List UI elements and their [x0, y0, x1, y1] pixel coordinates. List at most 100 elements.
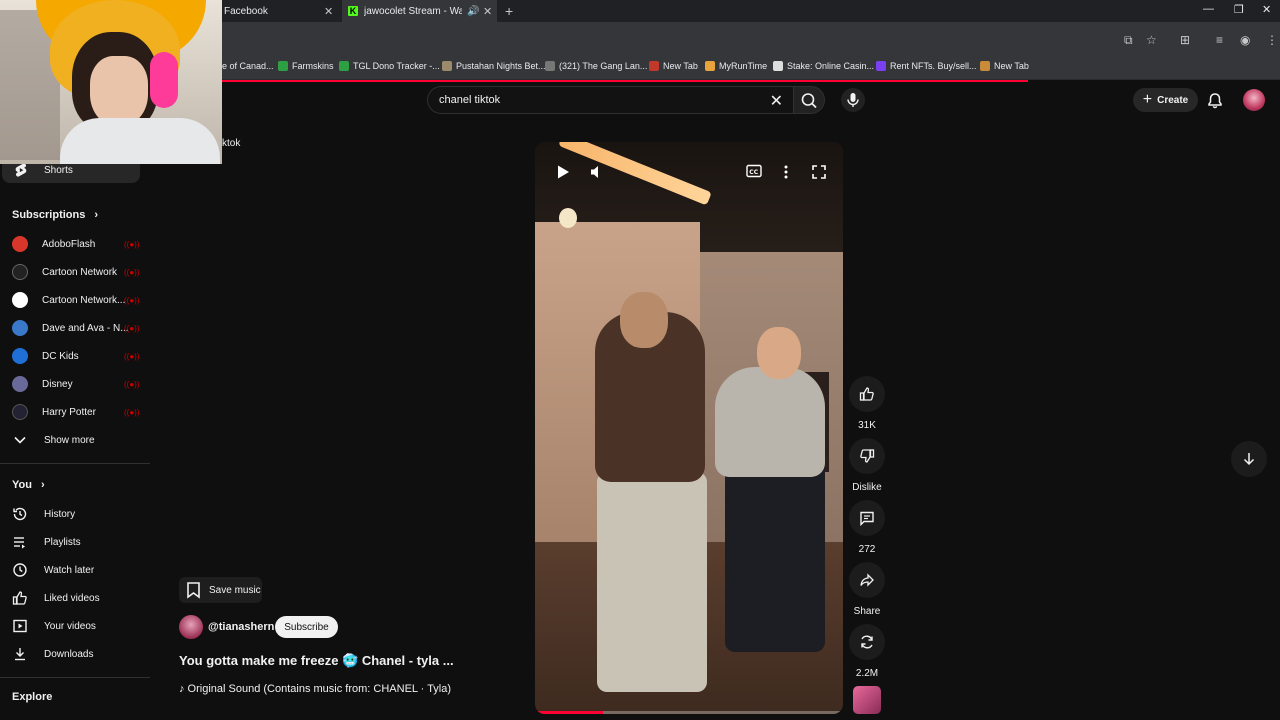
your-videos-icon: [0, 618, 40, 634]
sidebar-item-subscription[interactable]: Cartoon Network... ((●)): [0, 286, 150, 314]
sidebar-item-subscription[interactable]: Disney ((●)): [0, 370, 150, 398]
profile-icon[interactable]: ◉: [1240, 33, 1250, 47]
original-sound-thumbnail[interactable]: [853, 686, 881, 714]
dislike-action: Dislike: [847, 438, 887, 493]
bookmark-item[interactable]: e of Canad...: [222, 61, 274, 71]
search-button[interactable]: [793, 86, 825, 114]
comment-count: 272: [858, 544, 876, 555]
subscribe-label: Subscribe: [284, 621, 329, 633]
kick-logo-icon: K: [348, 6, 358, 16]
menu-icon[interactable]: ⋮: [1266, 33, 1278, 47]
captions-button[interactable]: CC: [746, 164, 762, 183]
bookmark-label: e of Canad...: [222, 61, 274, 71]
you-heading[interactable]: You ›: [12, 479, 45, 491]
notifications-button[interactable]: [1207, 92, 1223, 114]
sidebar-item-show-more[interactable]: Show more: [0, 426, 150, 454]
search-input[interactable]: chanel tiktok ✕: [427, 86, 793, 114]
sidebar-item-subscription[interactable]: AdoboFlash ((●)): [0, 230, 150, 258]
next-short-button[interactable]: [1231, 441, 1267, 477]
close-icon[interactable]: ✕: [324, 5, 333, 18]
more-options-button[interactable]: [782, 164, 790, 185]
close-window-icon[interactable]: ✕: [1262, 3, 1271, 16]
dislike-button[interactable]: [849, 438, 885, 474]
bookmark-favicon: [649, 61, 659, 71]
thumb-up-icon: [0, 590, 40, 606]
bookmark-item[interactable]: New Tab: [649, 61, 698, 71]
like-count: 31K: [858, 420, 876, 431]
channel-avatar: [12, 404, 28, 420]
bookmark-item[interactable]: Rent NFTs. Buy/sell...: [876, 61, 977, 71]
tab-stream[interactable]: K jawocolet Stream - Watch l 🔊 ✕: [342, 0, 497, 22]
subscriptions-heading-label: Subscriptions: [12, 209, 86, 221]
mute-button[interactable]: [589, 164, 605, 185]
bookmark-item[interactable]: MyRunTime: [705, 61, 767, 71]
share-icon: [860, 573, 874, 587]
star-icon[interactable]: ☆: [1146, 33, 1157, 47]
sidebar-item-subscription[interactable]: Harry Potter ((●)): [0, 398, 150, 426]
page-load-bar: [222, 80, 1028, 82]
save-music-button[interactable]: Save music: [179, 577, 262, 603]
play-icon: [558, 165, 569, 179]
chevron-down-icon: [0, 436, 40, 444]
webcam-face: [90, 56, 148, 126]
subscriptions-heading[interactable]: Subscriptions ›: [12, 209, 98, 221]
minimize-icon[interactable]: —: [1203, 3, 1214, 15]
sidebar-item-label: Show more: [44, 434, 95, 446]
shorts-video-player[interactable]: CC: [535, 142, 843, 714]
bookmark-label: Stake: Online Casin...: [787, 61, 875, 71]
channel-handle[interactable]: @tianashern: [208, 621, 274, 633]
install-icon[interactable]: ⧉: [1124, 33, 1133, 48]
voice-search-button[interactable]: [841, 88, 865, 112]
sidebar-item-label: Downloads: [44, 648, 94, 660]
share-button[interactable]: [849, 562, 885, 598]
dislike-label: Dislike: [852, 482, 882, 493]
sidebar-item-subscription[interactable]: Cartoon Network ((●)): [0, 258, 150, 286]
restore-icon[interactable]: ❐: [1234, 3, 1244, 16]
remix-icon: [861, 635, 873, 649]
bookmark-item[interactable]: TGL Dono Tracker -...: [339, 61, 440, 71]
media-icon[interactable]: ≡: [1216, 33, 1223, 47]
fullscreen-button[interactable]: [811, 164, 827, 185]
music-attribution[interactable]: ♪ Original Sound (Contains music from: C…: [179, 683, 451, 695]
like-button[interactable]: [849, 376, 885, 412]
clear-search-icon[interactable]: ✕: [770, 91, 783, 111]
tab-facebook[interactable]: Facebook ✕: [222, 0, 342, 22]
video-title[interactable]: You gotta make me freeze 🥶 Chanel - tyla…: [179, 653, 454, 669]
comments-button[interactable]: [849, 500, 885, 536]
sidebar-item-subscription[interactable]: Dave and Ava - N... ((●)): [0, 314, 150, 342]
close-icon[interactable]: ✕: [483, 5, 492, 18]
speaker-icon[interactable]: 🔊: [467, 6, 479, 17]
sidebar-item-label: Cartoon Network: [42, 266, 118, 278]
you-heading-label: You: [12, 479, 32, 491]
remix-button[interactable]: [849, 624, 885, 660]
create-button[interactable]: + Create: [1133, 88, 1198, 112]
sidebar-item-playlists[interactable]: Playlists: [0, 528, 150, 556]
play-button[interactable]: [555, 164, 571, 185]
bookmark-item[interactable]: (321) The Gang Lan...: [545, 61, 647, 71]
bookmark-item[interactable]: Pustahan Nights Bet...: [442, 61, 546, 71]
video-progress-fill: [535, 711, 603, 714]
channel-avatar[interactable]: [179, 615, 203, 639]
sidebar-item-your-videos[interactable]: Your videos: [0, 612, 150, 640]
subscribe-button[interactable]: Subscribe: [275, 616, 338, 638]
bookmark-item[interactable]: Farmskins: [278, 61, 334, 71]
bookmark-label: New Tab: [994, 61, 1029, 71]
shorts-icon: [2, 162, 40, 178]
dancer-two-hoodie: [715, 367, 825, 477]
account-avatar[interactable]: [1243, 89, 1265, 111]
bookmark-favicon: [876, 61, 886, 71]
sidebar-item-watch-later[interactable]: Watch later: [0, 556, 150, 584]
extensions-icon[interactable]: ⊞: [1180, 33, 1190, 47]
new-tab-button[interactable]: +: [505, 3, 513, 19]
download-icon: [0, 646, 40, 662]
sidebar-item-subscription[interactable]: DC Kids ((●)): [0, 342, 150, 370]
microphone-icon: [847, 93, 859, 107]
sidebar-item-history[interactable]: History: [0, 500, 150, 528]
sidebar-item-downloads[interactable]: Downloads: [0, 640, 150, 668]
arrow-down-icon: [1243, 453, 1255, 466]
bookmark-item[interactable]: New Tab: [980, 61, 1029, 71]
sidebar-item-liked-videos[interactable]: Liked videos: [0, 584, 150, 612]
chevron-right-icon: ›: [94, 209, 99, 221]
video-progress-bar[interactable]: [535, 711, 843, 714]
bookmark-item[interactable]: Stake: Online Casin...: [773, 61, 874, 71]
